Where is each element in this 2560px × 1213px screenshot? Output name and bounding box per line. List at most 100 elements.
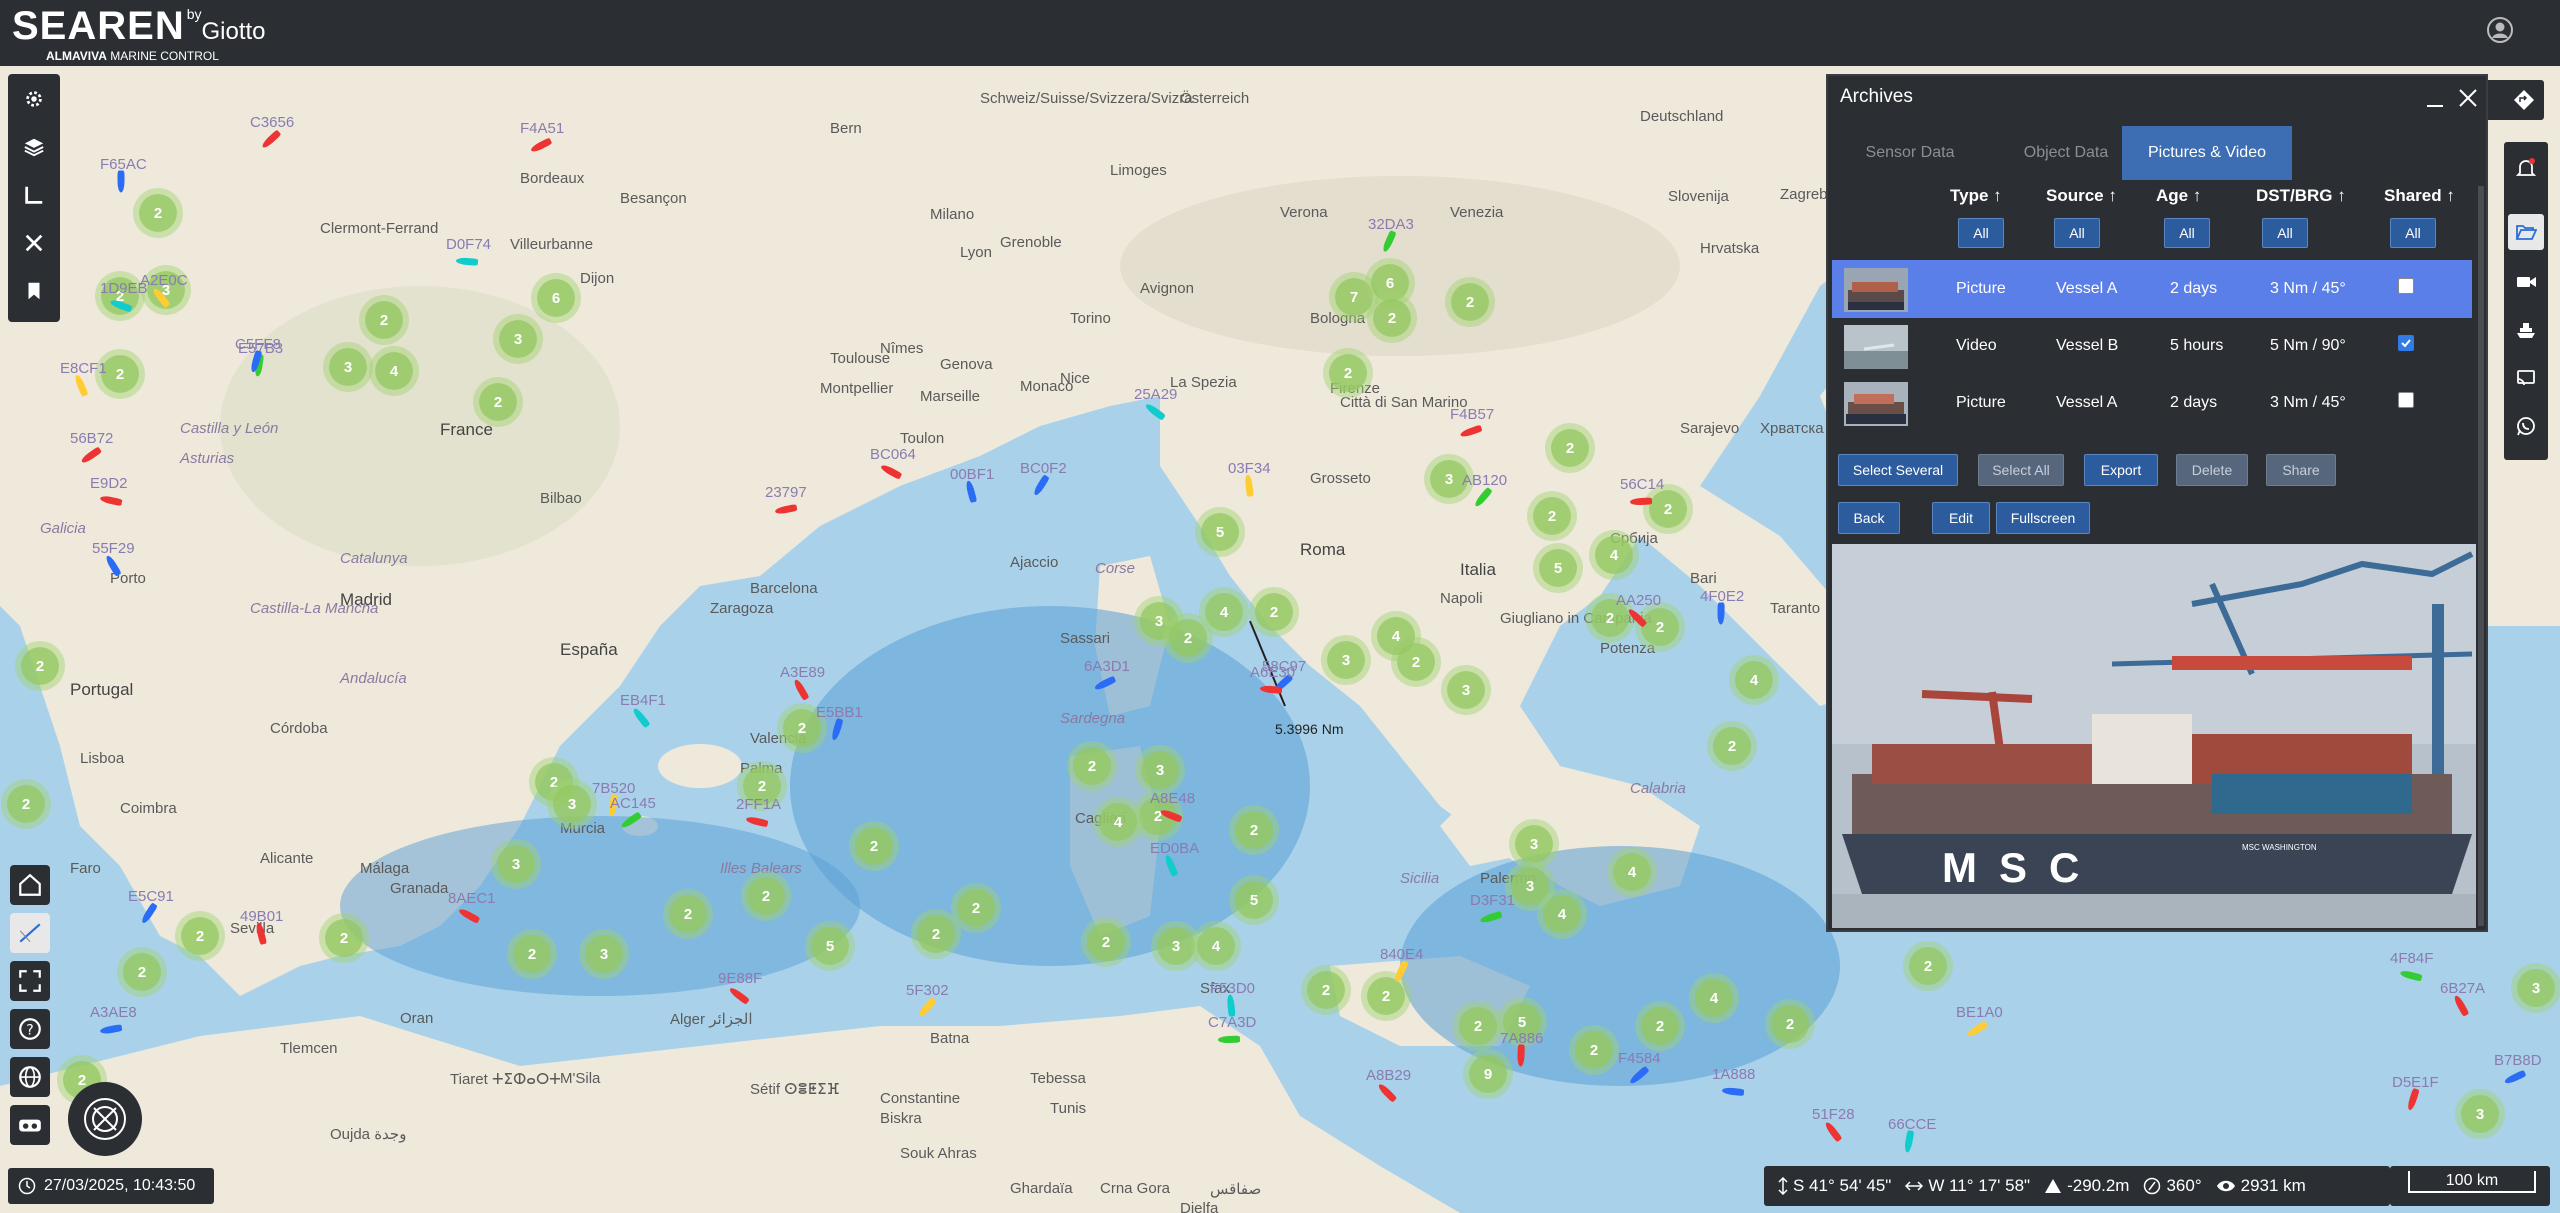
- vessel-id-label[interactable]: 1A888: [1712, 1066, 1755, 1083]
- vessel-cluster[interactable]: 3: [497, 845, 535, 883]
- tab-object-data[interactable]: Object Data: [1990, 126, 2142, 180]
- vessel-cluster[interactable]: 3: [1511, 867, 1549, 905]
- vessel-cluster[interactable]: 7: [1335, 278, 1373, 316]
- vessel-id-label[interactable]: 1D9EB: [100, 280, 148, 297]
- vessel-id-label[interactable]: 49B01: [240, 908, 283, 925]
- vessel-cluster[interactable]: 2: [1771, 1005, 1809, 1043]
- filter-shared[interactable]: All: [2390, 218, 2436, 248]
- vessel-cluster[interactable]: 5: [811, 927, 849, 965]
- vessel-id-label[interactable]: BE1A0: [1956, 1004, 2003, 1021]
- fullscreen-button[interactable]: [10, 961, 50, 1001]
- home-button[interactable]: [10, 865, 50, 905]
- vessel-cluster[interactable]: 2: [1367, 977, 1405, 1015]
- vessel-cluster[interactable]: 2: [1087, 923, 1125, 961]
- vessel-id-label[interactable]: A8B29: [1366, 1067, 1411, 1084]
- shared-checkbox[interactable]: [2398, 335, 2414, 351]
- filter-dst-brg[interactable]: All: [2262, 218, 2308, 248]
- vessel-cluster[interactable]: 2: [1641, 608, 1679, 646]
- vessel-cluster[interactable]: 4: [1543, 895, 1581, 933]
- vessel-cluster[interactable]: 4: [375, 352, 413, 390]
- vessel-cluster[interactable]: 3: [585, 935, 623, 973]
- archives-button[interactable]: [2508, 214, 2544, 250]
- column-header-dst-brg[interactable]: DST/BRG ↑: [2256, 186, 2346, 206]
- vessel-marker[interactable]: [1629, 497, 1653, 506]
- vessel-id-label[interactable]: E9D2: [90, 475, 128, 492]
- tab-sensor-data[interactable]: Sensor Data: [1834, 126, 1986, 180]
- vessel-button[interactable]: [2508, 312, 2544, 348]
- vessel-cluster[interactable]: 3: [1447, 671, 1485, 709]
- vessel-cluster[interactable]: 4: [1595, 536, 1633, 574]
- vessel-id-label[interactable]: 8AEC1: [448, 890, 496, 907]
- vessel-id-label[interactable]: F4584: [1618, 1050, 1661, 1067]
- layers-button[interactable]: [17, 130, 51, 164]
- vessel-id-label[interactable]: 6A3D1: [1084, 658, 1130, 675]
- vessel-cluster[interactable]: 2: [101, 355, 139, 393]
- vessel-cluster[interactable]: 2: [479, 383, 517, 421]
- vessel-cluster[interactable]: 3: [1157, 927, 1195, 965]
- vessel-cluster[interactable]: 2: [917, 915, 955, 953]
- vessel-id-label[interactable]: 23797: [765, 484, 807, 501]
- vessel-cluster[interactable]: 2: [7, 785, 45, 823]
- vessel-id-label[interactable]: 51F28: [1812, 1106, 1855, 1123]
- vessel-cluster[interactable]: 3: [2461, 1095, 2499, 1133]
- notifications-button[interactable]: [2508, 150, 2544, 186]
- vessel-id-label[interactable]: ED0BA: [1150, 840, 1199, 857]
- filter-age[interactable]: All: [2164, 218, 2210, 248]
- vessel-cluster[interactable]: 2: [325, 919, 363, 957]
- edit-button[interactable]: Edit: [1932, 502, 1990, 534]
- vessel-cluster[interactable]: 2: [747, 877, 785, 915]
- vessel-id-label[interactable]: 56C14: [1620, 476, 1664, 493]
- panel-scrollbar[interactable]: [2478, 186, 2484, 926]
- vessel-cluster[interactable]: 2: [1459, 1007, 1497, 1045]
- camera-button[interactable]: [2508, 264, 2544, 300]
- vessel-id-label[interactable]: 25A29: [1134, 386, 1177, 403]
- export-button[interactable]: Export: [2084, 454, 2158, 486]
- shared-checkbox[interactable]: [2398, 392, 2414, 408]
- column-header-type[interactable]: Type ↑: [1950, 186, 2002, 206]
- measure-button[interactable]: [17, 178, 51, 212]
- table-row[interactable]: Picture Vessel A 2 days 3 Nm / 45°: [1832, 260, 2472, 318]
- vessel-id-label[interactable]: A6E30: [1250, 664, 1295, 681]
- vessel-id-label[interactable]: E8CF1: [60, 360, 107, 377]
- table-row[interactable]: Video Vessel B 5 hours 5 Nm / 90°: [1832, 317, 2472, 375]
- vessel-cluster[interactable]: 2: [139, 194, 177, 232]
- vessel-id-label[interactable]: A8E48: [1150, 790, 1195, 807]
- vessel-cluster[interactable]: 3: [499, 320, 537, 358]
- delete-button[interactable]: Delete: [2176, 454, 2248, 486]
- vessel-cluster[interactable]: 5: [1235, 881, 1273, 919]
- table-row[interactable]: Picture Vessel A 2 days 3 Nm / 45°: [1832, 374, 2472, 432]
- vessel-id-label[interactable]: AC145: [610, 795, 656, 812]
- vessel-id-label[interactable]: 6B27A: [2440, 980, 2485, 997]
- vessel-id-label[interactable]: F4B57: [1450, 406, 1494, 423]
- vessel-cluster[interactable]: 3: [2517, 969, 2555, 1007]
- vessel-cluster[interactable]: 2: [1533, 497, 1571, 535]
- compass-control[interactable]: [68, 1082, 142, 1156]
- vessel-id-label[interactable]: C7A3D: [1208, 1014, 1256, 1031]
- vessel-id-label[interactable]: 56B72: [70, 430, 113, 447]
- vessel-cluster[interactable]: 4: [1377, 617, 1415, 655]
- vessel-marker[interactable]: [117, 170, 125, 193]
- minimize-icon[interactable]: [2424, 90, 2446, 110]
- filter-source[interactable]: All: [2054, 218, 2100, 248]
- vessel-cluster[interactable]: 3: [1327, 641, 1365, 679]
- vessel-cluster[interactable]: 4: [1205, 593, 1243, 631]
- back-button[interactable]: Back: [1838, 502, 1900, 534]
- vessel-cluster[interactable]: 3: [1515, 825, 1553, 863]
- vessel-cluster[interactable]: 2: [1451, 283, 1489, 321]
- tools-button[interactable]: [17, 226, 51, 260]
- fullscreen-preview-button[interactable]: Fullscreen: [1996, 502, 2090, 534]
- vessel-cluster[interactable]: 2: [365, 301, 403, 339]
- vessel-id-label[interactable]: AA250: [1616, 592, 1661, 609]
- navigate-button[interactable]: [2504, 80, 2544, 120]
- whatsapp-button[interactable]: [2508, 408, 2544, 444]
- vessel-cluster[interactable]: 2: [1713, 727, 1751, 765]
- close-icon[interactable]: [2456, 86, 2480, 110]
- vessel-cluster[interactable]: 2: [1641, 1007, 1679, 1045]
- vessel-cluster[interactable]: 2: [957, 889, 995, 927]
- vessel-cluster[interactable]: 5: [1539, 549, 1577, 587]
- vessel-cluster[interactable]: 3: [329, 348, 367, 386]
- vessel-cluster[interactable]: 9: [1469, 1055, 1507, 1093]
- vessel-id-label[interactable]: 2FF1A: [736, 796, 781, 813]
- vessel-cluster[interactable]: 2: [1235, 811, 1273, 849]
- select-all-button[interactable]: Select All: [1978, 454, 2064, 486]
